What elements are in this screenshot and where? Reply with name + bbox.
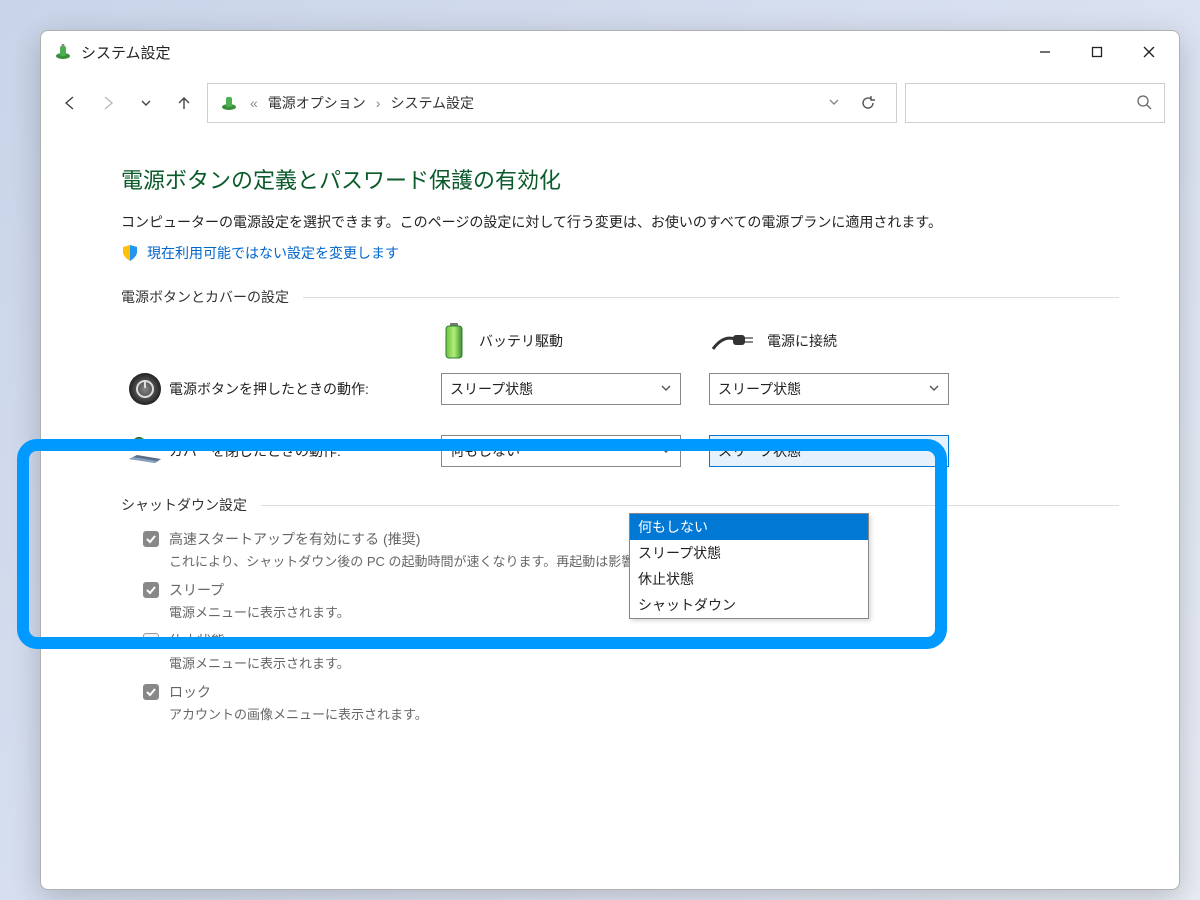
checkbox-lock[interactable] [143,684,159,700]
address-chevron-icon[interactable] [828,95,840,111]
section-label-shutdown: シャットダウン設定 [121,495,247,515]
chevron-down-icon [660,443,672,459]
content-area: 電源ボタンの定義とパスワード保護の有効化 コンピューターの電源設定を選択できます… [41,133,1179,733]
row-power-button: 電源ボタンを押したときの動作: スリープ状態 スリープ状態 [121,371,1119,407]
chevron-down-icon [928,443,940,459]
lid-close-plugged-dropdown: 何もしない スリープ状態 休止状態 シャットダウン [629,513,869,619]
address-bar[interactable]: « 電源オプション › システム設定 [207,83,897,123]
column-header-battery: バッテリ駆動 [479,331,563,351]
system-settings-window: システム設定 [40,30,1180,890]
row-label-power-button: 電源ボタンを押したときの動作: [169,379,441,399]
search-icon [1136,94,1152,113]
search-box[interactable] [905,83,1165,123]
select-power-button-battery[interactable]: スリープ状態 [441,373,681,405]
dropdown-option-shutdown[interactable]: シャットダウン [630,592,868,618]
nav-toolbar: « 電源オプション › システム設定 [41,73,1179,133]
maximize-button[interactable] [1071,32,1123,72]
checkbox-hibernate[interactable] [143,633,159,649]
dropdown-option-do-nothing[interactable]: 何もしない [630,514,868,540]
chevron-down-icon [928,381,940,397]
minimize-button[interactable] [1019,32,1071,72]
checkbox-sub-hibernate: 電源メニューに表示されます。 [169,653,1119,672]
shield-icon [121,244,139,262]
checkbox-sleep[interactable] [143,582,159,598]
nav-forward-button[interactable] [93,88,123,118]
change-unavailable-settings-link[interactable]: 現在利用可能ではない設定を変更します [147,243,399,263]
column-header-plugged: 電源に接続 [767,331,837,351]
battery-icon [441,321,467,361]
breadcrumb-item-system-settings[interactable]: システム設定 [390,93,474,113]
chevron-down-icon [660,381,672,397]
address-icon [218,92,240,114]
close-button[interactable] [1123,32,1175,72]
nav-back-button[interactable] [55,88,85,118]
select-lid-close-plugged[interactable]: スリープ状態 [709,435,949,467]
dropdown-option-hibernate[interactable]: 休止状態 [630,566,868,592]
power-button-icon [121,371,169,407]
breadcrumb-chevron-icon: › [376,95,381,111]
page-description: コンピューターの電源設定を選択できます。このページの設定に対して行う変更は、お使… [121,211,1119,233]
lid-close-icon [121,435,169,467]
titlebar: システム設定 [41,31,1179,73]
select-lid-close-battery[interactable]: 何もしない [441,435,681,467]
checkbox-label-lock: ロック [169,682,211,702]
checkbox-sub-lock: アカウントの画像メニューに表示されます。 [169,704,1119,723]
refresh-button[interactable] [850,95,886,111]
checkbox-label-fast-startup: 高速スタートアップを有効にする (推奨) [169,529,420,549]
select-power-button-plugged[interactable]: スリープ状態 [709,373,949,405]
plug-icon [711,329,755,353]
divider [303,297,1119,298]
section-label-power-buttons: 電源ボタンとカバーの設定 [121,287,289,307]
breadcrumb-item-power-options[interactable]: 電源オプション [268,93,366,113]
checkbox-label-sleep: スリープ [169,580,224,600]
nav-history-button[interactable] [131,88,161,118]
checkbox-label-hibernate: 休止状態 [169,631,225,651]
column-headers: バッテリ駆動 電源に接続 [441,321,1119,361]
nav-up-button[interactable] [169,88,199,118]
divider [261,505,1119,506]
row-label-lid-close: カバーを閉じたときの動作: [169,441,441,461]
row-lid-close: カバーを閉じたときの動作: 何もしない スリープ状態 [121,435,1119,467]
checkbox-row-hibernate: 休止状態 [143,631,1119,651]
breadcrumb-ellipsis: « [250,95,258,111]
dropdown-option-sleep[interactable]: スリープ状態 [630,540,868,566]
page-title: 電源ボタンの定義とパスワード保護の有効化 [121,163,1119,195]
checkbox-fast-startup[interactable] [143,531,159,547]
checkbox-row-lock: ロック [143,682,1119,702]
app-icon [53,42,73,62]
window-title: システム設定 [81,42,171,63]
